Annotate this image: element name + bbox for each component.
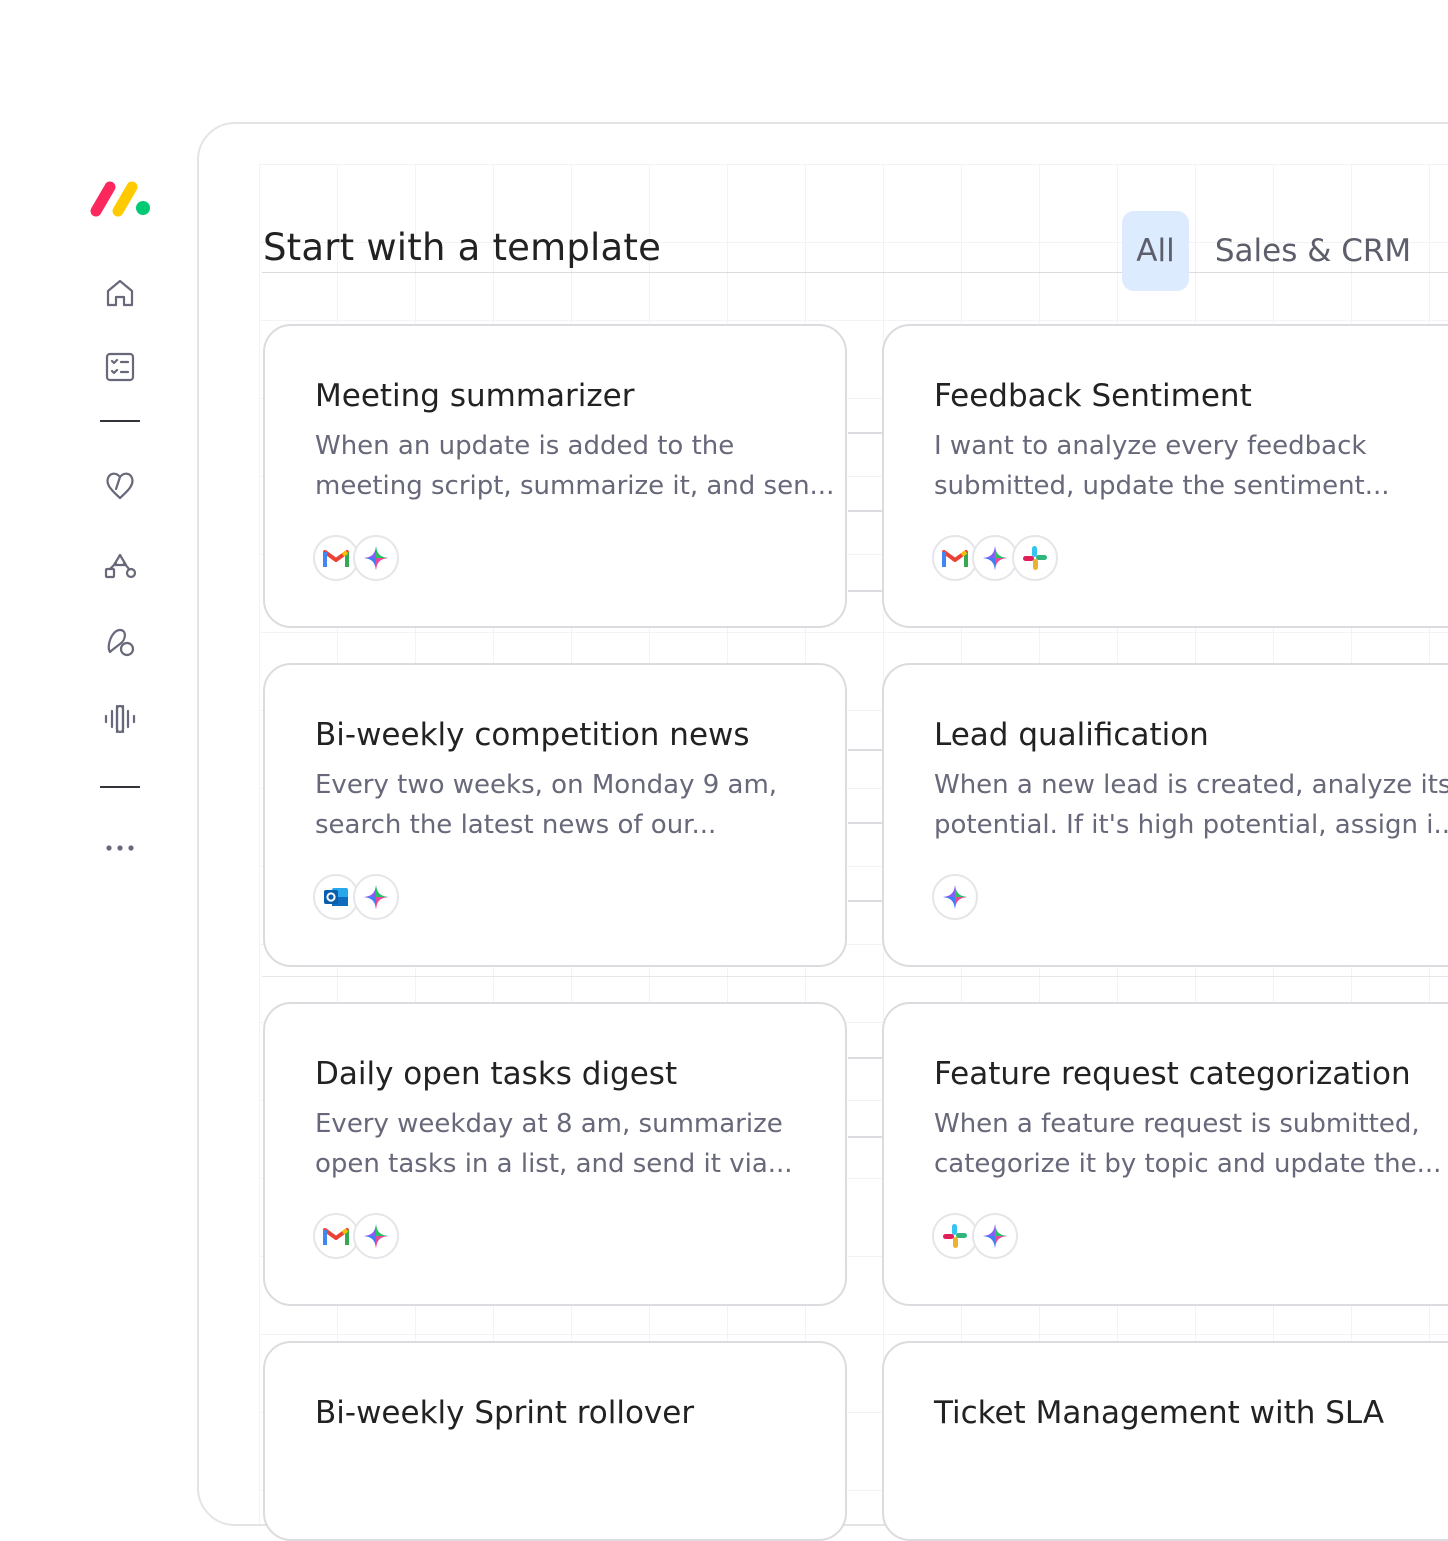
- card-description: When an update is added to the meeting sc…: [315, 431, 835, 501]
- page-title: Start with a template: [263, 226, 662, 269]
- tab-all[interactable]: All: [1122, 211, 1189, 291]
- ai-sparkle-icon: [932, 874, 978, 920]
- sidebar-divider: [100, 420, 140, 422]
- card-title: Meeting summarizer: [315, 378, 635, 414]
- connector-line: [848, 432, 884, 434]
- connector-line: [848, 900, 884, 902]
- integrations-link-icon[interactable]: [100, 622, 140, 662]
- card-app-icons: [313, 1213, 399, 1259]
- more-dots-icon[interactable]: [100, 826, 140, 866]
- template-card-bi-weekly-competition-news[interactable]: Bi-weekly competition news Every two wee…: [263, 663, 847, 967]
- card-title: Bi-weekly competition news: [315, 717, 750, 753]
- heart-icon[interactable]: [100, 465, 140, 505]
- monday-logo: [90, 181, 150, 217]
- tasks-checklist-icon[interactable]: [100, 347, 140, 387]
- template-card-feedback-sentiment[interactable]: Feedback Sentiment I want to analyze eve…: [882, 324, 1448, 628]
- card-title: Bi-weekly Sprint rollover: [315, 1395, 695, 1431]
- card-description: When a feature request is submitted, cate…: [934, 1109, 1442, 1179]
- workflow-shapes-icon[interactable]: [100, 545, 140, 585]
- template-card-meeting-summarizer[interactable]: Meeting summarizer When an update is add…: [263, 324, 847, 628]
- connector-line: [848, 1136, 884, 1138]
- card-description: Every two weeks, on Monday 9 am, search t…: [315, 770, 778, 840]
- ai-sparkle-icon: [972, 1213, 1018, 1259]
- ai-sparkle-icon: [353, 874, 399, 920]
- ai-sparkle-icon: [353, 535, 399, 581]
- template-card-daily-open-tasks-digest[interactable]: Daily open tasks digest Every weekday at…: [263, 1002, 847, 1306]
- ai-sparkle-icon: [353, 1213, 399, 1259]
- connector-line: [848, 749, 884, 751]
- card-app-icons: [932, 1213, 1018, 1259]
- card-description: When a new lead is created, analyze its p…: [934, 770, 1448, 840]
- connector-line: [848, 510, 884, 512]
- tab-sales-crm[interactable]: Sales & CRM: [1206, 211, 1420, 291]
- voice-waveform-icon[interactable]: [100, 699, 140, 739]
- card-title: Ticket Management with SLA: [934, 1395, 1385, 1431]
- card-description: I want to analyze every feedback submitte…: [934, 431, 1390, 501]
- row-divider: [262, 976, 1448, 977]
- card-app-icons: [932, 874, 978, 920]
- card-title: Feedback Sentiment: [934, 378, 1252, 414]
- connector-line: [848, 1057, 884, 1059]
- card-title: Feature request categorization: [934, 1056, 1411, 1092]
- card-app-icons: [313, 874, 399, 920]
- slack-icon: [1012, 535, 1058, 581]
- card-app-icons: [932, 535, 1058, 581]
- template-card-feature-request-categorization[interactable]: Feature request categorization When a fe…: [882, 1002, 1448, 1306]
- card-description: Every weekday at 8 am, summarize open tas…: [315, 1109, 793, 1179]
- template-card-bi-weekly-sprint-rollover[interactable]: Bi-weekly Sprint rollover: [263, 1341, 847, 1541]
- template-card-ticket-management-with-sla[interactable]: Ticket Management with SLA: [882, 1341, 1448, 1541]
- home-icon[interactable]: [100, 273, 140, 313]
- connector-line: [848, 590, 884, 592]
- template-card-lead-qualification[interactable]: Lead qualification When a new lead is cr…: [882, 663, 1448, 967]
- connector-line: [848, 822, 884, 824]
- sidebar-divider-2: [100, 786, 140, 788]
- card-app-icons: [313, 535, 399, 581]
- card-title: Daily open tasks digest: [315, 1056, 678, 1092]
- card-title: Lead qualification: [934, 717, 1209, 753]
